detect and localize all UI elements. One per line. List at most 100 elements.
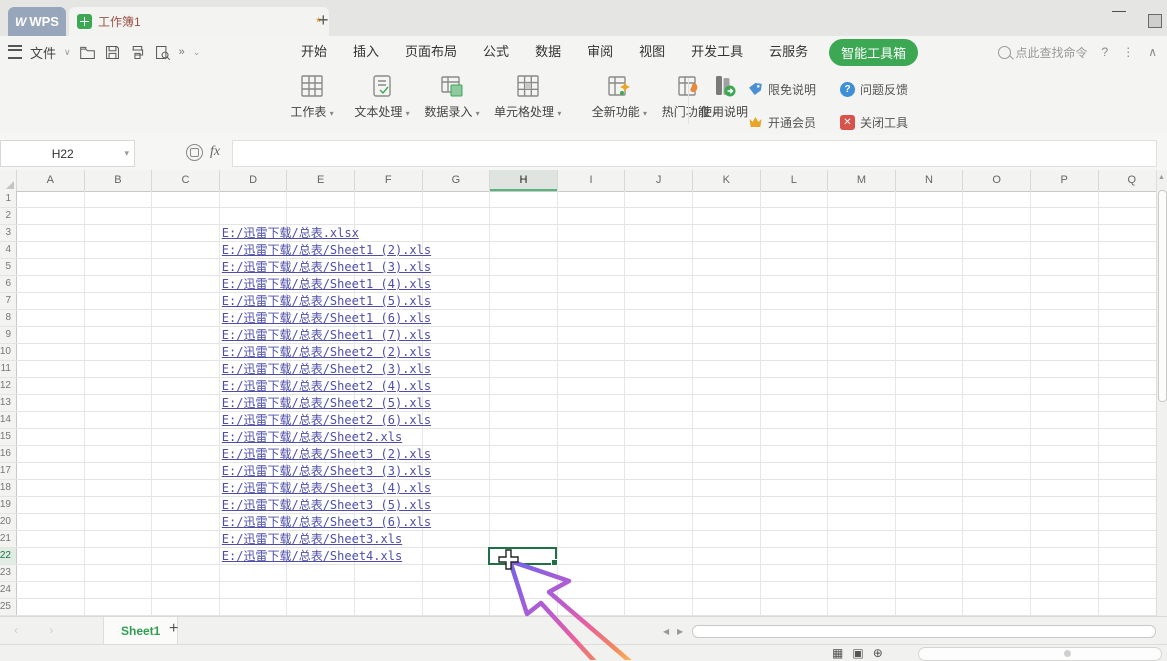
file-path-link-row-6[interactable]: E:/迅雷下载/总表/Sheet1 (4).xls: [222, 276, 431, 293]
ribbon-tab-home[interactable]: 开始: [288, 36, 340, 68]
page-layout-icon[interactable]: ▣: [852, 646, 863, 660]
text-processing-button[interactable]: 文本处理 ▾: [354, 73, 410, 120]
grid-row-9[interactable]: 9: [0, 327, 1157, 344]
grid-row-14[interactable]: 14: [0, 412, 1157, 429]
ribbon-tab-developer[interactable]: 开发工具: [678, 36, 756, 68]
file-path-link-row-15[interactable]: E:/迅雷下载/总表/Sheet2.xls: [222, 429, 402, 446]
column-header-G[interactable]: G: [423, 170, 491, 191]
row-header-14[interactable]: 14: [0, 412, 17, 428]
fill-handle[interactable]: [551, 559, 558, 566]
grid-row-23[interactable]: 23: [0, 565, 1157, 582]
grid-row-17[interactable]: 17: [0, 463, 1157, 480]
column-header-N[interactable]: N: [896, 170, 964, 191]
new-tab-button[interactable]: +: [318, 10, 329, 30]
file-path-link-row-9[interactable]: E:/迅雷下载/总表/Sheet1 (7).xls: [222, 327, 431, 344]
collapse-ribbon-icon[interactable]: ∧: [1148, 45, 1157, 59]
row-header-4[interactable]: 4: [0, 242, 17, 258]
vertical-scrollbar[interactable]: ▲: [1156, 170, 1167, 616]
row-header-23[interactable]: 23: [0, 565, 17, 581]
grid-row-22[interactable]: 22: [0, 548, 1157, 565]
column-header-P[interactable]: P: [1031, 170, 1099, 191]
help-icon[interactable]: ?: [1102, 45, 1109, 59]
column-header-M[interactable]: M: [828, 170, 896, 191]
cell-processing-button[interactable]: 单元格处理 ▾: [494, 73, 561, 120]
grid-row-6[interactable]: 6: [0, 276, 1157, 293]
save-icon[interactable]: [104, 44, 121, 61]
file-path-link-row-22[interactable]: E:/迅雷下载/总表/Sheet4.xls: [222, 548, 402, 565]
file-path-link-row-8[interactable]: E:/迅雷下载/总表/Sheet1 (6).xls: [222, 310, 431, 327]
grid-row-20[interactable]: 20: [0, 514, 1157, 531]
selected-cell-H22[interactable]: [488, 547, 557, 565]
document-tab[interactable]: 工作簿1 *: [69, 7, 329, 36]
column-header-I[interactable]: I: [558, 170, 626, 191]
row-header-11[interactable]: 11: [0, 361, 17, 377]
row-header-16[interactable]: 16: [0, 446, 17, 462]
column-header-K[interactable]: K: [693, 170, 761, 191]
print-icon[interactable]: [129, 44, 146, 61]
horizontal-scroll-thumb[interactable]: [692, 625, 1156, 638]
open-file-icon[interactable]: [79, 44, 96, 61]
more-commands-icon[interactable]: »: [179, 46, 185, 58]
zoom-fit-icon[interactable]: ⊕: [873, 646, 883, 660]
column-header-Q[interactable]: Q: [1099, 170, 1158, 191]
zoom-slider-thumb[interactable]: [1064, 650, 1071, 657]
row-header-2[interactable]: 2: [0, 208, 17, 224]
file-path-link-row-19[interactable]: E:/迅雷下载/总表/Sheet3 (5).xls: [222, 497, 431, 514]
grid-row-8[interactable]: 8: [0, 310, 1157, 327]
scroll-right-icon[interactable]: ▶: [677, 627, 683, 636]
insert-function-icon[interactable]: [186, 144, 203, 161]
ribbon-tab-view[interactable]: 视图: [626, 36, 678, 68]
zoom-slider[interactable]: [918, 647, 1162, 661]
minimize-button[interactable]: —: [1112, 2, 1126, 18]
column-header-L[interactable]: L: [761, 170, 829, 191]
file-path-link-row-3[interactable]: E:/迅雷下载/总表.xlsx: [222, 225, 359, 242]
file-path-link-row-7[interactable]: E:/迅雷下载/总表/Sheet1 (5).xls: [222, 293, 431, 310]
row-header-6[interactable]: 6: [0, 276, 17, 292]
options-icon[interactable]: ⋮: [1122, 45, 1134, 59]
close-tool-button[interactable]: ✕ 关闭工具: [840, 114, 936, 131]
file-path-link-row-5[interactable]: E:/迅雷下载/总表/Sheet1 (3).xls: [222, 259, 431, 276]
name-box-chevron-icon[interactable]: ▾: [124, 148, 129, 159]
file-path-link-row-10[interactable]: E:/迅雷下载/总表/Sheet2 (2).xls: [222, 344, 431, 361]
cells-area[interactable]: 1234567891011121314151617181920212223242…: [0, 191, 1157, 616]
row-header-7[interactable]: 7: [0, 293, 17, 309]
file-menu[interactable]: 文件: [30, 43, 56, 62]
row-header-3[interactable]: 3: [0, 225, 17, 241]
ribbon-tab-formulas[interactable]: 公式: [470, 36, 522, 68]
grid-row-5[interactable]: 5: [0, 259, 1157, 276]
row-header-13[interactable]: 13: [0, 395, 17, 411]
grid-row-2[interactable]: 2: [0, 208, 1157, 225]
column-header-B[interactable]: B: [85, 170, 153, 191]
add-sheet-button[interactable]: +: [169, 620, 178, 638]
row-header-5[interactable]: 5: [0, 259, 17, 275]
file-path-link-row-18[interactable]: E:/迅雷下载/总表/Sheet3 (4).xls: [222, 480, 431, 497]
grid-row-18[interactable]: 18: [0, 480, 1157, 497]
grid-row-16[interactable]: 16: [0, 446, 1157, 463]
grid-row-11[interactable]: 11: [0, 361, 1157, 378]
grid-row-21[interactable]: 21: [0, 531, 1157, 548]
row-header-22[interactable]: 22: [0, 548, 17, 564]
row-header-19[interactable]: 19: [0, 497, 17, 513]
file-path-link-row-17[interactable]: E:/迅雷下载/总表/Sheet3 (3).xls: [222, 463, 431, 480]
formula-input[interactable]: [232, 140, 1157, 167]
row-header-17[interactable]: 17: [0, 463, 17, 479]
command-search[interactable]: 点此查找命令: [998, 44, 1088, 61]
new-features-button[interactable]: 全新功能 ▾: [591, 73, 647, 120]
feedback-button[interactable]: ? 问题反馈: [840, 81, 936, 98]
print-preview-icon[interactable]: [154, 44, 171, 61]
grid-row-25[interactable]: 25: [0, 599, 1157, 616]
restore-button[interactable]: [1148, 14, 1162, 28]
upgrade-membership-button[interactable]: 开通会员: [748, 114, 840, 131]
row-header-21[interactable]: 21: [0, 531, 17, 547]
column-header-O[interactable]: O: [963, 170, 1031, 191]
ribbon-tab-insert[interactable]: 插入: [340, 36, 392, 68]
name-box[interactable]: H22 ▾: [0, 140, 135, 167]
grid-row-15[interactable]: 15: [0, 429, 1157, 446]
file-path-link-row-13[interactable]: E:/迅雷下载/总表/Sheet2 (5).xls: [222, 395, 431, 412]
column-header-E[interactable]: E: [287, 170, 355, 191]
row-header-15[interactable]: 15: [0, 429, 17, 445]
scroll-left-icon[interactable]: ◀: [663, 627, 669, 636]
sheet-tab-sheet1[interactable]: Sheet1: [103, 617, 178, 644]
scroll-up-icon[interactable]: ▲: [1158, 174, 1165, 181]
data-entry-button[interactable]: 数据录入 ▾: [424, 73, 480, 120]
